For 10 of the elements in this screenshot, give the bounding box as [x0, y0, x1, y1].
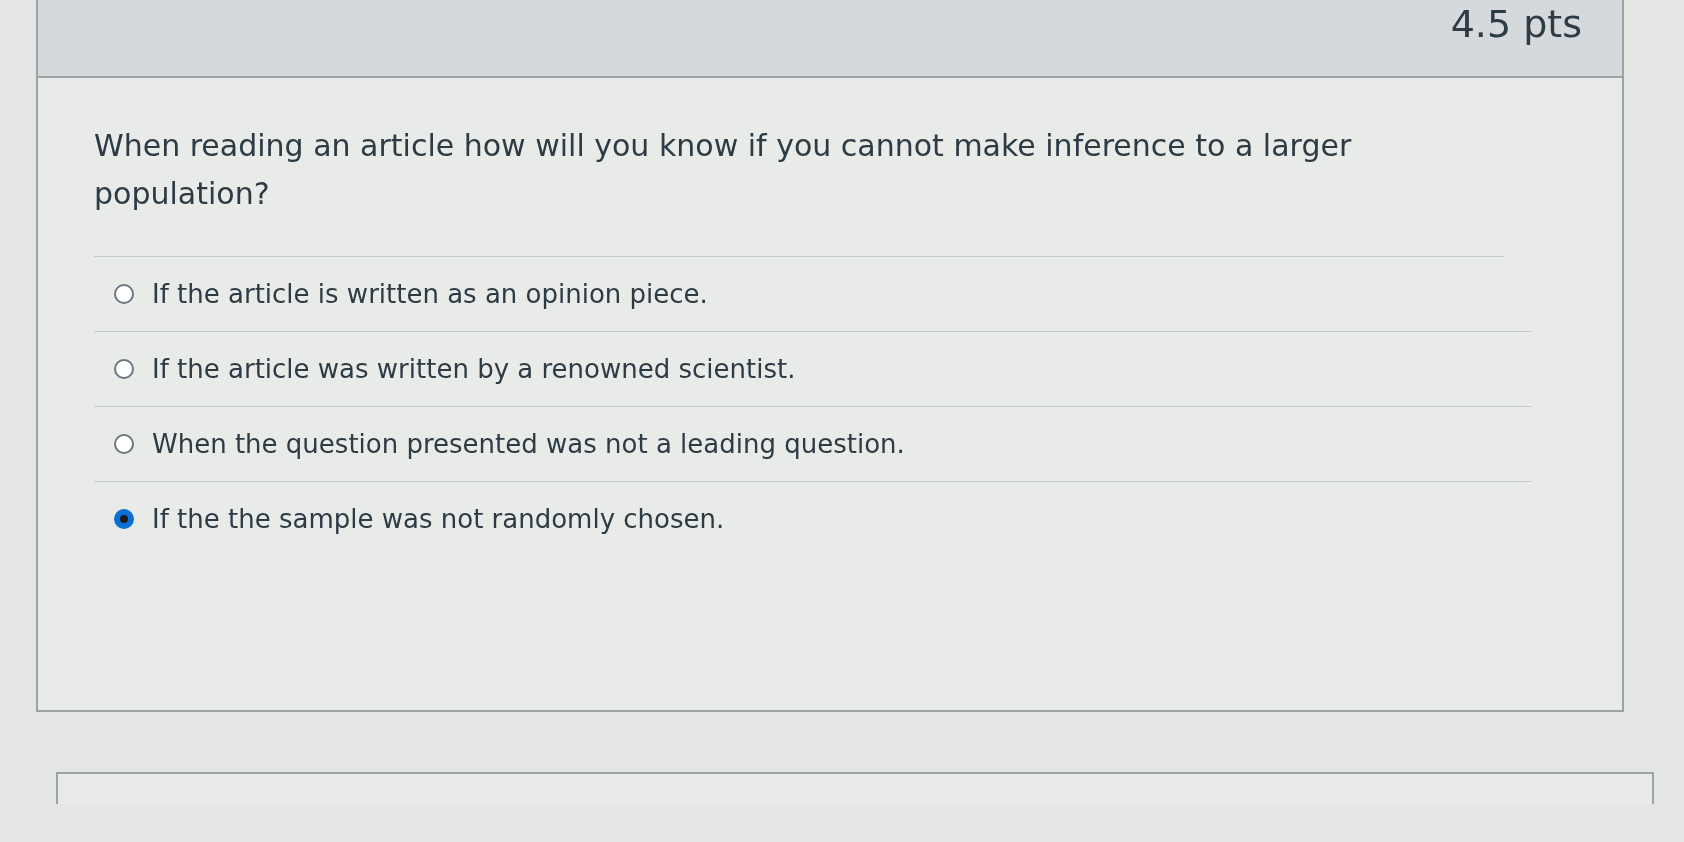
answer-label[interactable]: If the the sample was not randomly chosen.: [152, 504, 725, 534]
question-text: When reading an article how will you know if you cannot make inference to a larger population?: [94, 122, 1504, 257]
answer-label[interactable]: If the article was written by a renowned scientist.: [152, 354, 796, 384]
radio-button[interactable]: [114, 284, 134, 304]
answer-label[interactable]: When the question presented was not a leading question.: [152, 429, 905, 459]
points-label: 4.5 pts: [1450, 2, 1582, 46]
radio-button[interactable]: [114, 509, 134, 529]
radio-button[interactable]: [114, 359, 134, 379]
answer-label[interactable]: If the article is written as an opinion piece.: [152, 279, 708, 309]
radio-button[interactable]: [114, 434, 134, 454]
